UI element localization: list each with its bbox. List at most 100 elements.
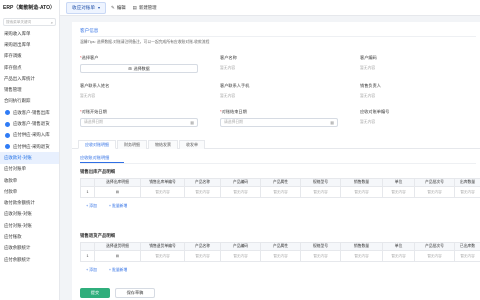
column-header: 产品名称 xyxy=(184,242,221,251)
sidebar-item[interactable]: 应付对账单 xyxy=(0,164,59,175)
sidebar-item[interactable]: 收付款余额统计 xyxy=(0,197,59,208)
sidebar-item[interactable]: 采购退出库单 xyxy=(0,39,59,50)
save-draft-button[interactable]: 保存草稿 xyxy=(115,288,155,298)
end-date-input[interactable]: 请选择日期 ▦ xyxy=(220,118,338,127)
sidebar-item[interactable]: 合同执行跟踪 xyxy=(0,96,59,107)
table-cell: 暂无内容 xyxy=(414,186,455,198)
tab-invoice[interactable]: 物结发票 xyxy=(148,140,178,149)
sidebar-item[interactable]: 应付对账-对账 xyxy=(0,220,59,231)
select-customer-button[interactable]: ⊞ 选择数据 xyxy=(80,64,198,73)
main-panel: 客户信息 温馨Tips: 选择数据-对账请注明备注，可以一起完成所有应收账对账-… xyxy=(72,22,480,300)
sidebar-item[interactable]: 应收客户-销售出库 xyxy=(0,107,59,118)
sidebar-item[interactable]: 收款单 xyxy=(0,175,59,186)
table-cell: 暂无内容 xyxy=(382,250,415,262)
submit-button[interactable]: 提交 xyxy=(80,288,110,298)
sidebar-item[interactable]: 应付供应-采购退货 xyxy=(0,141,59,152)
new-manage-button[interactable]: ▤ 新建管理 xyxy=(133,5,157,11)
outbound-add-button[interactable]: + 添加 xyxy=(86,204,103,209)
sidebar: ERP（离散制造-ATO） 搜索菜单关键词 ⌕ 采购收入库单 采购退出库单 库存调拨… xyxy=(0,0,60,300)
outbound-table: 选择出库明细 销售出库单编号 产品名称 产品编码 产品属性 规格型号 销售数量 单位 产品批次号… xyxy=(80,178,480,198)
edit-button[interactable]: ✎ 编辑 xyxy=(111,5,126,11)
table-cell: 暂无内容 xyxy=(300,250,341,262)
contact-name-value: 暂无内容 xyxy=(80,94,96,98)
app-window: ERP（离散制造-ATO） 搜索菜单关键词 ⌕ 采购收入库单 采购退出库单 库存调拨… xyxy=(0,0,480,300)
sidebar-item-label: 库存调拨 xyxy=(4,53,22,59)
contact-phone-value: 暂无内容 xyxy=(220,94,236,98)
column-header xyxy=(80,178,95,187)
recon-no-label: 应收对账单编号 xyxy=(360,109,390,114)
customer-label: *选择客户 xyxy=(80,55,99,60)
sidebar-menu: 采购收入库单 采购退出库单 库存调拨 库存盘点 产品出入库统计 销售管理 合同执行跟踪 应收客… xyxy=(0,28,59,265)
row-index: 1 xyxy=(80,250,95,262)
sidebar-item[interactable]: 销售管理 xyxy=(0,84,59,95)
sidebar-item[interactable]: 库存盘点 xyxy=(0,62,59,73)
outbound-row-actions: + 添加 + 批量新增 xyxy=(86,204,139,209)
column-header: 销售数量 xyxy=(340,178,383,187)
outbound-batch-add-button[interactable]: + 批量新增 xyxy=(109,204,133,209)
table-cell: 暂无内容 xyxy=(454,186,480,198)
sidebar-item[interactable]: 应收客户-销售退货 xyxy=(0,118,59,129)
sidebar-item-label: 应收客户-销售出库 xyxy=(13,109,50,115)
sidebar-item[interactable]: 采购收入库单 xyxy=(0,28,59,39)
table-cell: 暂无内容 xyxy=(454,250,480,262)
sidebar-item[interactable]: 应付供应-采购入库 xyxy=(0,130,59,141)
contact-phone-label: 客户联系人手机 xyxy=(220,83,250,88)
table-cell: 暂无内容 xyxy=(140,250,185,262)
table-row: 1 ▤ 暂无内容 暂无内容 暂无内容 暂无内容 暂无内容 暂无内容 暂无内容 暂无内容 暂无内容 xyxy=(80,250,480,262)
sidebar-item-label: 付款单 xyxy=(4,188,18,194)
table-cell: 暂无内容 xyxy=(340,250,383,262)
sidebar-item-label: 销售管理 xyxy=(4,87,22,93)
new-manage-label: 新建管理 xyxy=(139,4,157,10)
tab-receipt[interactable]: 收发单 xyxy=(179,140,205,149)
tab-finance-detail[interactable]: 财务明细 xyxy=(117,140,147,149)
column-header: 产品属性 xyxy=(260,242,301,251)
column-header: 规格型号 xyxy=(300,178,341,187)
sidebar-item[interactable]: 应收对账-对账 xyxy=(0,209,59,220)
return-add-button[interactable]: + 添加 xyxy=(86,268,103,273)
sidebar-item[interactable]: 应付余额统计 xyxy=(0,254,59,265)
sidebar-item-label: 收付款余额统计 xyxy=(4,200,35,206)
table-cell: 暂无内容 xyxy=(340,186,383,198)
sidebar-item-label: 应收对账-对账 xyxy=(4,211,32,217)
table-cell: 暂无内容 xyxy=(260,186,301,198)
subtab-divider xyxy=(80,163,476,164)
pick-row-cell[interactable]: ▤ xyxy=(94,186,141,198)
sidebar-search-input[interactable]: 搜索菜单关键词 ⌕ xyxy=(3,18,56,26)
sidebar-item[interactable]: 产品出入库统计 xyxy=(0,73,59,84)
notice-text: 温馨Tips: 选择数据-对账请注明备注，可以一起完成所有应收账对账-收款流程 xyxy=(80,40,210,44)
return-row-actions: + 添加 + 批量新增 xyxy=(86,268,139,273)
document-icon: ▤ xyxy=(132,4,137,10)
calendar-icon: ▦ xyxy=(330,120,334,125)
sidebar-item-label: 应收余额统计 xyxy=(4,245,31,251)
customer-code-label: 客户编码 xyxy=(360,55,377,60)
pick-row-cell[interactable]: ▤ xyxy=(94,250,141,262)
sidebar-item[interactable]: 应收款对-对账 xyxy=(0,152,59,164)
tab-receivable-detail[interactable]: 应收对账明细 xyxy=(78,140,116,149)
table-cell: 暂无内容 xyxy=(260,250,301,262)
sidebar-item[interactable]: 应收余额统计 xyxy=(0,243,59,254)
sidebar-item[interactable]: 应付账款 xyxy=(0,231,59,242)
customer-name-value: 暂无内容 xyxy=(220,66,236,70)
sidebar-item-label: 采购退出库单 xyxy=(4,41,31,47)
sidebar-item[interactable]: 库存调拨 xyxy=(0,51,59,62)
column-header: 产品批次号 xyxy=(414,178,455,187)
row-index: 1 xyxy=(80,186,95,198)
return-table-title: 销售退货产品明细 xyxy=(80,233,116,238)
return-batch-add-button[interactable]: + 批量新增 xyxy=(109,268,133,273)
sidebar-item-label: 产品出入库统计 xyxy=(4,75,35,81)
start-date-placeholder: 请选择日期 xyxy=(84,120,103,124)
start-date-input[interactable]: 请选择日期 ▦ xyxy=(80,118,198,127)
column-header: 销售数量 xyxy=(340,242,383,251)
sidebar-item[interactable]: 付款单 xyxy=(0,186,59,197)
active-page-tab[interactable]: 收应对账单 ▾ xyxy=(66,1,106,14)
column-header: 选择退货明细 xyxy=(94,242,141,251)
section-divider xyxy=(80,36,476,37)
column-header: 产品批次号 xyxy=(414,242,455,251)
table-cell: 暂无内容 xyxy=(414,250,455,262)
sidebar-item-label: 应付供应-采购退货 xyxy=(13,143,50,149)
select-icon: ⊞ xyxy=(128,66,132,71)
sidebar-item-label: 采购收入库单 xyxy=(4,30,31,36)
subtab-receivable[interactable]: 应收账对账明细 xyxy=(80,155,109,161)
sidebar-item-label: 应付对账-对账 xyxy=(4,222,32,228)
section-title: 客户信息 xyxy=(80,28,99,33)
